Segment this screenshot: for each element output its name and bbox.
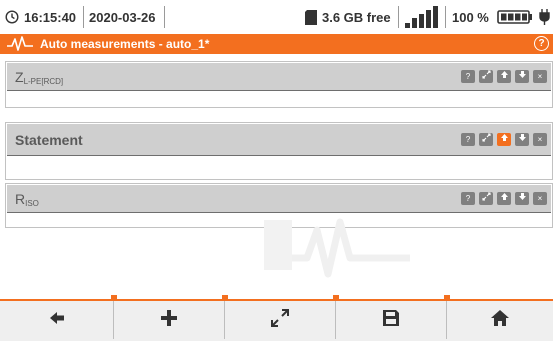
expand-button[interactable] <box>479 192 493 205</box>
save-button[interactable] <box>336 301 446 339</box>
sd-card-icon <box>305 0 317 34</box>
item-actions: ? × <box>461 192 547 205</box>
measurement-item[interactable]: Statement ? × <box>5 122 553 180</box>
add-button[interactable] <box>114 301 224 339</box>
item-help-button[interactable]: ? <box>461 192 475 205</box>
measurement-header: ZL-PE[RCD] ? × <box>7 63 551 91</box>
title-bar: Auto measurements - auto_1* ? <box>0 34 553 54</box>
move-down-button[interactable] <box>515 133 529 146</box>
home-icon <box>491 309 509 331</box>
clock-icon <box>5 0 19 34</box>
expand-icon <box>270 308 290 333</box>
watermark-logo-icon <box>262 218 412 283</box>
bottom-toolbar <box>0 295 553 341</box>
battery-icon <box>497 0 533 34</box>
item-help-button[interactable]: ? <box>461 70 475 83</box>
measurement-item[interactable]: ZL-PE[RCD] ? × <box>5 61 553 108</box>
home-button[interactable] <box>447 301 553 339</box>
status-bar: 16:15:40 2020-03-26 3.6 GB free 100 % <box>0 0 553 35</box>
measurement-label: Statement <box>15 132 83 148</box>
signal-icon <box>405 0 441 34</box>
measurement-label: RISO <box>15 191 39 208</box>
back-button[interactable] <box>0 301 113 339</box>
storage-free: 3.6 GB free <box>322 9 391 25</box>
status-date: 2020-03-26 <box>89 9 156 25</box>
plus-icon <box>161 309 177 331</box>
sonel-logo-icon <box>6 36 34 56</box>
delete-button[interactable]: × <box>533 192 547 205</box>
plug-icon <box>539 0 550 34</box>
delete-button[interactable]: × <box>533 70 547 83</box>
move-up-button[interactable] <box>497 192 511 205</box>
status-time: 16:15:40 <box>24 9 77 25</box>
move-up-button[interactable] <box>497 133 511 146</box>
measurement-header: RISO ? × <box>7 185 551 213</box>
save-icon <box>383 309 399 331</box>
item-actions: ? × <box>461 70 547 83</box>
expand-button[interactable] <box>479 133 493 146</box>
expand-button[interactable] <box>479 70 493 83</box>
item-actions: ? × <box>461 133 547 146</box>
move-down-button[interactable] <box>515 70 529 83</box>
move-down-button[interactable] <box>515 192 529 205</box>
delete-button[interactable]: × <box>533 133 547 146</box>
battery-level: 100 % <box>452 9 489 25</box>
arrow-left-icon <box>49 311 64 329</box>
item-help-button[interactable]: ? <box>461 133 475 146</box>
measurement-label: ZL-PE[RCD] <box>15 69 64 86</box>
move-up-button[interactable] <box>497 70 511 83</box>
fullscreen-button[interactable] <box>225 301 335 339</box>
help-icon[interactable]: ? <box>534 36 549 51</box>
page-title: Auto measurements - auto_1* <box>40 37 210 51</box>
measurement-header: Statement ? × <box>7 124 551 156</box>
